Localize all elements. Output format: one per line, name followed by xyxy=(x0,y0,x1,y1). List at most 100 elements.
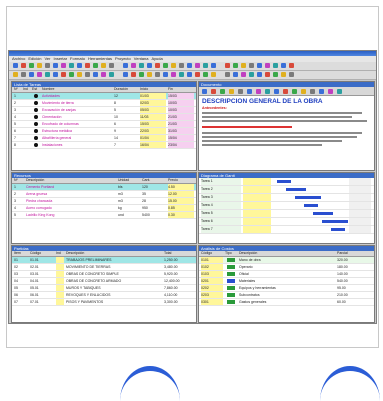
gantt-bar[interactable] xyxy=(304,204,318,207)
toolbar-button-icon[interactable] xyxy=(225,72,230,77)
toolbar-button-icon[interactable] xyxy=(45,72,50,77)
gantt-row[interactable]: Tarea 6 xyxy=(199,218,374,226)
toolbar-button-icon[interactable] xyxy=(21,63,26,68)
gantt-bar[interactable] xyxy=(331,228,345,231)
toolbar-button-icon[interactable] xyxy=(233,72,238,77)
toolbar-button-icon[interactable] xyxy=(179,63,184,68)
menu-item-1[interactable]: Edición xyxy=(28,56,41,61)
toolbar-button-icon[interactable] xyxy=(85,72,90,77)
toolbar-button-icon[interactable] xyxy=(21,72,26,77)
document-toolbar-button-icon[interactable] xyxy=(247,88,252,94)
table-row[interactable]: 4 Acero corrugado kg 950 0.85 xyxy=(12,205,196,212)
toolbar-button-icon[interactable] xyxy=(29,63,34,68)
toolbar-button-icon[interactable] xyxy=(195,72,200,77)
toolbar-button-icon[interactable] xyxy=(171,72,176,77)
document-toolbar-button-icon[interactable] xyxy=(265,88,270,94)
toolbar-button-icon[interactable] xyxy=(53,72,58,77)
toolbar-button-icon[interactable] xyxy=(257,72,262,77)
toolbar-button-icon[interactable] xyxy=(131,72,136,77)
document-toolbar-button-icon[interactable] xyxy=(202,88,207,94)
menu-item-7[interactable]: Ventana xyxy=(134,56,149,61)
toolbar-button-icon[interactable] xyxy=(147,63,152,68)
menu-item-0[interactable]: Archivo xyxy=(12,56,25,61)
table-row[interactable]: 5 Encofrado de columnas 6 15/03 21/03 xyxy=(12,121,196,128)
table-row[interactable]: 02 02.01 MOVIMIENTO DE TIERRAS 3,480.00 xyxy=(12,264,196,271)
document-toolbar-button-icon[interactable] xyxy=(310,88,315,94)
table-row[interactable]: 2 Movimiento de tierra 8 02/03 10/03 xyxy=(12,100,196,107)
table-row[interactable]: 6 Estructura metálica 9 22/03 31/03 xyxy=(12,128,196,135)
document-toolbar-button-icon[interactable] xyxy=(301,88,306,94)
toolbar-button-icon[interactable] xyxy=(265,72,270,77)
gantt-row[interactable]: Tarea 3 xyxy=(199,194,374,202)
toolbar-button-icon[interactable] xyxy=(53,63,58,68)
toolbar-button-icon[interactable] xyxy=(211,63,216,68)
toolbar-button-icon[interactable] xyxy=(61,72,66,77)
toolbar-button-icon[interactable] xyxy=(163,63,168,68)
toolbar-button-icon[interactable] xyxy=(203,72,208,77)
document-toolbar-button-icon[interactable] xyxy=(211,88,216,94)
gantt-row[interactable]: Tarea 1 xyxy=(199,178,374,186)
table-row[interactable]: 04 04.01 OBRAS DE CONCRETO ARMADO 12,400.00 xyxy=(12,278,196,285)
gantt-row[interactable]: Tarea 7 xyxy=(199,226,374,234)
gantt-bar[interactable] xyxy=(313,212,333,215)
menu-item-4[interactable]: Formato xyxy=(70,56,85,61)
document-toolbar-button-icon[interactable] xyxy=(283,88,288,94)
toolbar-button-icon[interactable] xyxy=(163,72,168,77)
toolbar-button-icon[interactable] xyxy=(131,63,136,68)
toolbar-button-icon[interactable] xyxy=(155,63,160,68)
toolbar-button-icon[interactable] xyxy=(61,63,66,68)
toolbar-button-icon[interactable] xyxy=(77,72,82,77)
toolbar-button-icon[interactable] xyxy=(13,72,18,77)
table-row[interactable]: 0202 Equipos y herramientas 95.00 xyxy=(199,285,374,292)
toolbar-button-icon[interactable] xyxy=(241,72,246,77)
gantt-bar[interactable] xyxy=(322,220,348,223)
toolbar-button-icon[interactable] xyxy=(187,72,192,77)
toolbar-button-icon[interactable] xyxy=(179,72,184,77)
toolbar-button-icon[interactable] xyxy=(171,63,176,68)
gantt-row[interactable]: Tarea 5 xyxy=(199,210,374,218)
toolbar-button-icon[interactable] xyxy=(123,72,128,77)
toolbar-button-icon[interactable] xyxy=(93,63,98,68)
table-row[interactable]: 8 Instalaciones 7 16/04 23/04 xyxy=(12,142,196,149)
document-toolbar-button-icon[interactable] xyxy=(256,88,261,94)
table-row[interactable]: 1 Cemento Portland bls 120 4.50 xyxy=(12,184,196,191)
gantt-row[interactable]: Tarea 2 xyxy=(199,186,374,194)
table-row[interactable]: 2 Arena gruesa m3 35 12.00 xyxy=(12,191,196,198)
toolbar-button-icon[interactable] xyxy=(109,63,114,68)
gantt-bar[interactable] xyxy=(295,196,321,199)
toolbar-button-icon[interactable] xyxy=(101,63,106,68)
table-row[interactable]: 0102 Operario 180.00 xyxy=(199,264,374,271)
toolbar-button-icon[interactable] xyxy=(69,72,74,77)
toolbar-button-icon[interactable] xyxy=(187,63,192,68)
menu-item-3[interactable]: Insertar xyxy=(53,56,67,61)
menu-item-6[interactable]: Proyecto xyxy=(115,56,131,61)
table-row[interactable]: 03 03.01 OBRAS DE CONCRETO SIMPLE 5,920.00 xyxy=(12,271,196,278)
document-toolbar-button-icon[interactable] xyxy=(229,88,234,94)
toolbar-button-icon[interactable] xyxy=(37,63,42,68)
table-row[interactable]: 0101 Mano de obra 320.00 xyxy=(199,257,374,264)
toolbar-button-icon[interactable] xyxy=(281,63,286,68)
table-row[interactable]: 0301 Gastos generales 60.00 xyxy=(199,299,374,306)
toolbar-button-icon[interactable] xyxy=(225,63,230,68)
document-toolbar-button-icon[interactable] xyxy=(319,88,324,94)
toolbar-button-icon[interactable] xyxy=(37,72,42,77)
toolbar-button-icon[interactable] xyxy=(139,72,144,77)
menu-item-8[interactable]: Ayuda xyxy=(151,56,162,61)
toolbar-button-icon[interactable] xyxy=(93,72,98,77)
toolbar-button-icon[interactable] xyxy=(155,72,160,77)
toolbar-button-icon[interactable] xyxy=(265,63,270,68)
toolbar-button-icon[interactable] xyxy=(273,72,278,77)
toolbar-button-icon[interactable] xyxy=(147,72,152,77)
table-row[interactable]: 3 Piedra chancada m3 28 15.00 xyxy=(12,198,196,205)
table-row[interactable]: 0201 Materiales 540.00 xyxy=(199,278,374,285)
toolbar-button-icon[interactable] xyxy=(289,72,294,77)
toolbar-button-icon[interactable] xyxy=(85,63,90,68)
gantt-bar[interactable] xyxy=(286,188,306,191)
table-row[interactable]: 06 06.01 REVOQUES Y ENLUCIDOS 4,110.00 xyxy=(12,292,196,299)
toolbar-button-icon[interactable] xyxy=(273,63,278,68)
toolbar-button-icon[interactable] xyxy=(69,63,74,68)
toolbar-button-icon[interactable] xyxy=(109,72,114,77)
toolbar-button-icon[interactable] xyxy=(77,63,82,68)
toolbar-button-icon[interactable] xyxy=(289,63,294,68)
document-toolbar-button-icon[interactable] xyxy=(274,88,279,94)
